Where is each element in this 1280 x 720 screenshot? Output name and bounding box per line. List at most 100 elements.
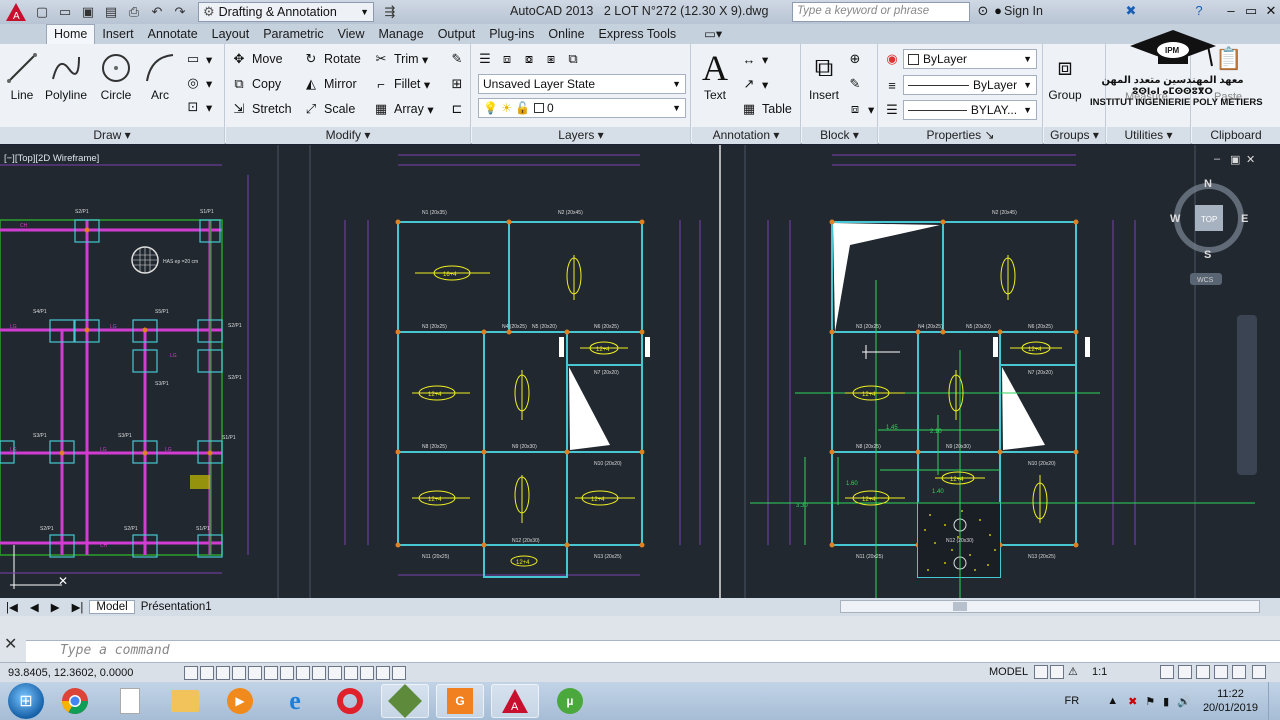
language-indicator[interactable]: FR <box>1065 695 1080 707</box>
linetype-icon[interactable]: ≡ <box>883 74 905 96</box>
viewcube-south[interactable]: S <box>1204 249 1211 261</box>
create-block-icon[interactable]: ⊕ <box>846 48 868 70</box>
dyn-toggle[interactable] <box>328 665 342 680</box>
start-button[interactable]: ⊞ <box>8 683 44 719</box>
help-icon[interactable]: ? <box>1190 3 1208 21</box>
undo-icon[interactable]: ↶ <box>147 3 167 21</box>
tab-online[interactable]: Online <box>541 25 591 44</box>
drawing-canvas[interactable]: ✕ S2/P1 S1/P1 S4/P1 S5/P1 S2/P1 S3/P1 S2… <box>0 145 1280 600</box>
redo-icon[interactable]: ↷ <box>170 3 190 21</box>
status-bar-menu-icon[interactable] <box>1232 665 1246 679</box>
array-button[interactable]: ▦ Array ▾ <box>372 98 434 120</box>
lock-ui-icon[interactable] <box>1178 665 1192 679</box>
viewport-minimize-icon[interactable]: – <box>1214 153 1220 165</box>
viewcube-top[interactable]: TOP <box>1201 215 1217 224</box>
command-close-icon[interactable]: ✕ <box>4 634 17 654</box>
search-input[interactable]: Type a keyword or phrase <box>792 2 970 22</box>
sign-in-button[interactable]: Sign In <box>1004 4 1043 18</box>
insert-block-button[interactable]: ⧉ Insert <box>804 48 844 102</box>
clock[interactable]: 11:22 20/01/2019 <box>1203 687 1258 715</box>
group-button[interactable]: ⧈ Group <box>1046 48 1084 102</box>
autocad-taskbar-icon[interactable]: A <box>491 684 539 718</box>
wcs-menu[interactable]: WCS <box>1197 277 1214 284</box>
print-icon[interactable]: ⎙ <box>124 3 144 21</box>
prev-tab-icon[interactable]: ◀ <box>24 600 45 614</box>
stretch-button[interactable]: ⇲ Stretch <box>230 98 292 120</box>
properties-panel-label[interactable]: Properties ↘ <box>879 127 1042 144</box>
annotation-scale[interactable]: 1:1 <box>1092 666 1107 678</box>
draw-panel-label[interactable]: Draw ▾ <box>0 127 224 144</box>
lineweight-toggle[interactable] <box>344 665 358 680</box>
layer-match-icon[interactable]: ⧇ <box>520 48 542 70</box>
action-center-icon[interactable]: ⚑ <box>1145 695 1155 708</box>
layer-properties-icon[interactable]: ☰ <box>476 48 498 70</box>
show-hidden-icons[interactable]: ▲ <box>1107 695 1118 707</box>
lineweight-dropdown[interactable]: BYLAY... ▼ <box>903 100 1037 120</box>
viewcube-east[interactable]: E <box>1241 213 1248 225</box>
tab-annotate[interactable]: Annotate <box>141 25 205 44</box>
scale-button[interactable]: ⤢ Scale <box>302 98 355 120</box>
trim-button[interactable]: ✂ Trim ▾ <box>372 48 429 70</box>
show-desktop-button[interactable] <box>1268 682 1280 720</box>
cube-app-icon[interactable] <box>381 684 429 718</box>
tab-express-tools[interactable]: Express Tools <box>592 25 684 44</box>
region-icon[interactable]: ⊡ ▾ <box>184 96 213 118</box>
tab-presentation1[interactable]: Présentation1 <box>135 601 218 613</box>
match-properties-icon[interactable]: ◉ <box>883 48 905 70</box>
workspace-switch-icon[interactable]: ⇶ <box>380 3 400 21</box>
groups-panel-label[interactable]: Groups ▾ <box>1044 127 1105 144</box>
annotation-panel-label[interactable]: Annotation ▾ <box>692 127 800 144</box>
ortho-toggle[interactable] <box>232 665 246 680</box>
rectangle-icon[interactable]: ▭ ▾ <box>184 48 212 70</box>
drawing-svg[interactable]: ✕ S2/P1 S1/P1 S4/P1 S5/P1 S2/P1 S3/P1 S2… <box>0 145 1280 600</box>
polyline-tool-button[interactable]: Polyline <box>42 48 90 102</box>
dimension-icon[interactable]: ↔ ▾ <box>740 48 769 70</box>
tab-plug-ins[interactable]: Plug-ins <box>482 25 541 44</box>
minimize-icon[interactable]: – <box>1222 3 1240 21</box>
polar-toggle[interactable] <box>248 665 262 680</box>
tab-view[interactable]: View <box>331 25 372 44</box>
tab-parametric[interactable]: Parametric <box>256 25 330 44</box>
open-file-icon[interactable]: ▭ <box>55 3 75 21</box>
layer-state-dropdown[interactable]: Unsaved Layer State ▼ <box>478 74 686 94</box>
tab-output[interactable]: Output <box>431 25 483 44</box>
fillet-button[interactable]: ⌐ Fillet ▾ <box>372 73 430 95</box>
move-button[interactable]: ✥ Move <box>230 48 283 70</box>
linetype-dropdown[interactable]: ByLayer ▼ <box>903 75 1037 95</box>
viewcube[interactable]: TOP N S E W WCS <box>1170 178 1248 285</box>
infer-constraints-toggle[interactable] <box>184 665 198 680</box>
grid-toggle[interactable] <box>216 665 230 680</box>
annotation-scale-icon[interactable]: ⚠ <box>1068 665 1078 678</box>
ducs-toggle[interactable] <box>312 665 326 680</box>
layer-off-icon[interactable]: ⧉ <box>564 48 586 70</box>
offset-icon[interactable]: ⊏ <box>448 98 470 120</box>
save-icon[interactable]: ▣ <box>78 3 98 21</box>
model-space-button[interactable]: MODEL <box>989 666 1028 678</box>
tab-insert[interactable]: Insert <box>95 25 140 44</box>
modify-panel-label[interactable]: Modify ▾ <box>226 127 470 144</box>
signal-icon[interactable]: ▮ <box>1163 695 1169 708</box>
isolate-objects-icon[interactable] <box>1214 665 1228 679</box>
layers-panel-label[interactable]: Layers ▾ <box>472 127 690 144</box>
hatch-icon[interactable]: ◎ ▾ <box>184 72 212 94</box>
maximize-icon[interactable]: ▭ <box>1242 3 1260 21</box>
hardware-acceleration-icon[interactable] <box>1196 665 1210 679</box>
new-file-icon[interactable]: ▢ <box>32 3 52 21</box>
layer-dropdown[interactable]: 💡 ☀ 🔓 0 ▼ <box>478 98 686 118</box>
viewcube-west[interactable]: W <box>1170 213 1181 225</box>
copy-button[interactable]: ⧉ Copy <box>230 73 281 95</box>
save-as-icon[interactable]: ▤ <box>101 3 121 21</box>
close-icon[interactable]: ✕ <box>1262 3 1280 21</box>
selection-cycling-toggle[interactable] <box>392 665 406 680</box>
erase-icon[interactable]: ✎ <box>448 48 470 70</box>
3d-osnap-toggle[interactable] <box>280 665 294 680</box>
block-attribute-icon[interactable]: ⧈ ▾ <box>846 98 874 120</box>
explode-icon[interactable]: ⊞ <box>448 73 470 95</box>
otrack-toggle[interactable] <box>296 665 310 680</box>
next-tab-icon[interactable]: ▶ <box>45 600 66 614</box>
snap-toggle[interactable] <box>200 665 214 680</box>
workspace-switch-status-icon[interactable] <box>1160 665 1174 679</box>
layer-tools-icon[interactable]: ⧈ <box>498 48 520 70</box>
green-g-app-icon[interactable]: G <box>436 684 484 718</box>
text-tool-button[interactable]: A Text <box>696 48 734 102</box>
